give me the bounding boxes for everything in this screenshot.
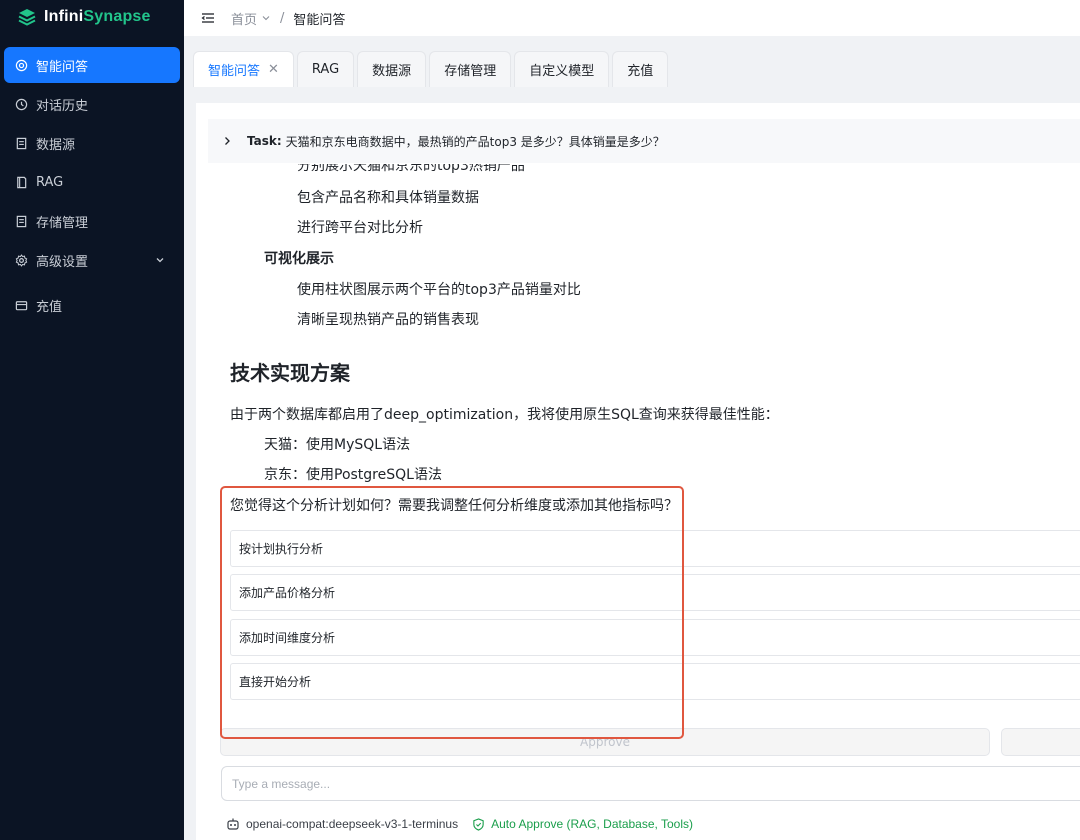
tab-rag[interactable]: RAG bbox=[296, 51, 355, 87]
sidebar-item-label: 数据源 bbox=[36, 137, 76, 153]
sidebar-item-history[interactable]: 对话历史 bbox=[4, 86, 180, 122]
sidebar-item-datasource[interactable]: 数据源 bbox=[4, 125, 180, 161]
sidebar-item-recharge[interactable]: 充值 bbox=[4, 287, 180, 323]
task-header[interactable]: Task: 天猫和京东电商数据中，最热销的产品top3 是多少？具体销量是多少？ bbox=[208, 119, 1080, 163]
option-button[interactable]: 添加产品价格分析 bbox=[230, 574, 1080, 611]
chevron-down-icon[interactable] bbox=[261, 13, 271, 23]
section-title: 可视化展示 bbox=[264, 251, 334, 267]
chat-icon bbox=[14, 58, 28, 72]
tab-label: 自定义模型 bbox=[529, 64, 595, 79]
breadcrumb-current: 智能问答 bbox=[293, 12, 346, 28]
tab-bar: 智能问答 ✕ RAG 数据源 存储管理 自定义模型 充值 bbox=[184, 36, 1080, 88]
list-item: 天猫：使用MySQL语法 bbox=[264, 437, 411, 453]
tab-custom-model[interactable]: 自定义模型 bbox=[514, 51, 610, 87]
storage-icon bbox=[14, 214, 28, 228]
sidebar-item-label: 高级设置 bbox=[36, 254, 89, 270]
tab-label: 数据源 bbox=[372, 64, 412, 79]
chevron-right-icon[interactable] bbox=[222, 136, 232, 146]
followup-question: 您觉得这个分析计划如何？需要我调整任何分析维度或添加其他指标吗？ bbox=[230, 498, 678, 514]
tab-label: 存储管理 bbox=[444, 64, 497, 79]
sidebar-item-storage[interactable]: 存储管理 bbox=[4, 203, 180, 239]
reject-button[interactable] bbox=[1001, 728, 1080, 756]
tab-label: 智能问答 bbox=[208, 64, 261, 79]
sidebar-item-label: 对话历史 bbox=[36, 98, 89, 114]
tab-datasource[interactable]: 数据源 bbox=[357, 51, 427, 87]
paragraph: 由于两个数据库都启用了deep_optimization，我将使用原生SQL查询… bbox=[230, 407, 779, 423]
breadcrumb-separator: / bbox=[280, 10, 285, 26]
sidebar-item-advanced-settings[interactable]: 高级设置 bbox=[4, 242, 180, 278]
approval-actions: Approve bbox=[220, 728, 1080, 756]
chat-panel: Task: 天猫和京东电商数据中，最热销的产品top3 是多少？具体销量是多少？… bbox=[196, 103, 1080, 840]
close-icon[interactable]: ✕ bbox=[268, 62, 279, 77]
list-item: 进行跨平台对比分析 bbox=[297, 220, 423, 236]
section-heading: 技术实现方案 bbox=[230, 361, 350, 385]
brand-name: InfiniSynapse bbox=[44, 8, 151, 25]
sidebar-menu: 智能问答 对话历史 数据源 RAG 存储管理 高级设置 充值 bbox=[0, 47, 184, 326]
tab-label: 充值 bbox=[627, 64, 654, 79]
highlight-box bbox=[220, 486, 684, 739]
shield-check-icon bbox=[473, 817, 484, 831]
top-bar: 首页 / 智能问答 bbox=[184, 0, 1080, 36]
gear-icon bbox=[14, 253, 28, 267]
menu-fold-icon[interactable] bbox=[201, 11, 215, 25]
task-label: Task: bbox=[247, 134, 282, 148]
list-item: 清晰呈现热销产品的销售表现 bbox=[297, 312, 479, 328]
option-button[interactable]: 添加时间维度分析 bbox=[230, 619, 1080, 656]
book-icon bbox=[14, 175, 28, 189]
tab-storage[interactable]: 存储管理 bbox=[429, 51, 512, 87]
chat-footer: openai-compat:deepseek-v3-1-terminus Aut… bbox=[226, 817, 693, 831]
task-text: 天猫和京东电商数据中，最热销的产品top3 是多少？具体销量是多少？ bbox=[285, 134, 665, 149]
wallet-icon bbox=[14, 298, 28, 312]
sidebar-item-rag[interactable]: RAG bbox=[4, 164, 180, 200]
breadcrumb: 首页 / 智能问答 bbox=[231, 9, 345, 28]
robot-icon bbox=[227, 818, 239, 830]
message-input[interactable] bbox=[221, 766, 1080, 801]
approve-button[interactable]: Approve bbox=[220, 728, 990, 756]
tab-chat[interactable]: 智能问答 ✕ bbox=[193, 51, 294, 87]
option-button[interactable]: 直接开始分析 bbox=[230, 663, 1080, 700]
sidebar: InfiniSynapse 智能问答 对话历史 数据源 RAG 存储管理 高级设… bbox=[0, 0, 184, 840]
tab-recharge[interactable]: 充值 bbox=[612, 51, 669, 87]
sidebar-item-chat[interactable]: 智能问答 bbox=[4, 47, 180, 83]
database-icon bbox=[14, 136, 28, 150]
list-item: 使用柱状图展示两个平台的top3产品销量对比 bbox=[297, 282, 581, 298]
breadcrumb-home[interactable]: 首页 bbox=[231, 9, 257, 28]
tab-label: RAG bbox=[311, 62, 340, 77]
layers-logo-icon bbox=[18, 9, 36, 26]
model-name[interactable]: openai-compat:deepseek-v3-1-terminus bbox=[246, 817, 458, 831]
chevron-down-icon bbox=[156, 258, 164, 263]
sidebar-item-label: RAG bbox=[36, 174, 64, 190]
brand-logo[interactable]: InfiniSynapse bbox=[18, 6, 151, 28]
sidebar-item-label: 智能问答 bbox=[36, 59, 89, 75]
auto-approve-status[interactable]: Auto Approve (RAG, Database, Tools) bbox=[491, 817, 693, 831]
sidebar-item-label: 充值 bbox=[36, 299, 63, 315]
history-icon bbox=[14, 97, 28, 111]
sidebar-item-label: 存储管理 bbox=[36, 215, 89, 231]
list-item: 京东：使用PostgreSQL语法 bbox=[264, 467, 442, 483]
option-button[interactable]: 按计划执行分析 bbox=[230, 530, 1080, 567]
list-item: 包含产品名称和具体销量数据 bbox=[297, 190, 479, 206]
